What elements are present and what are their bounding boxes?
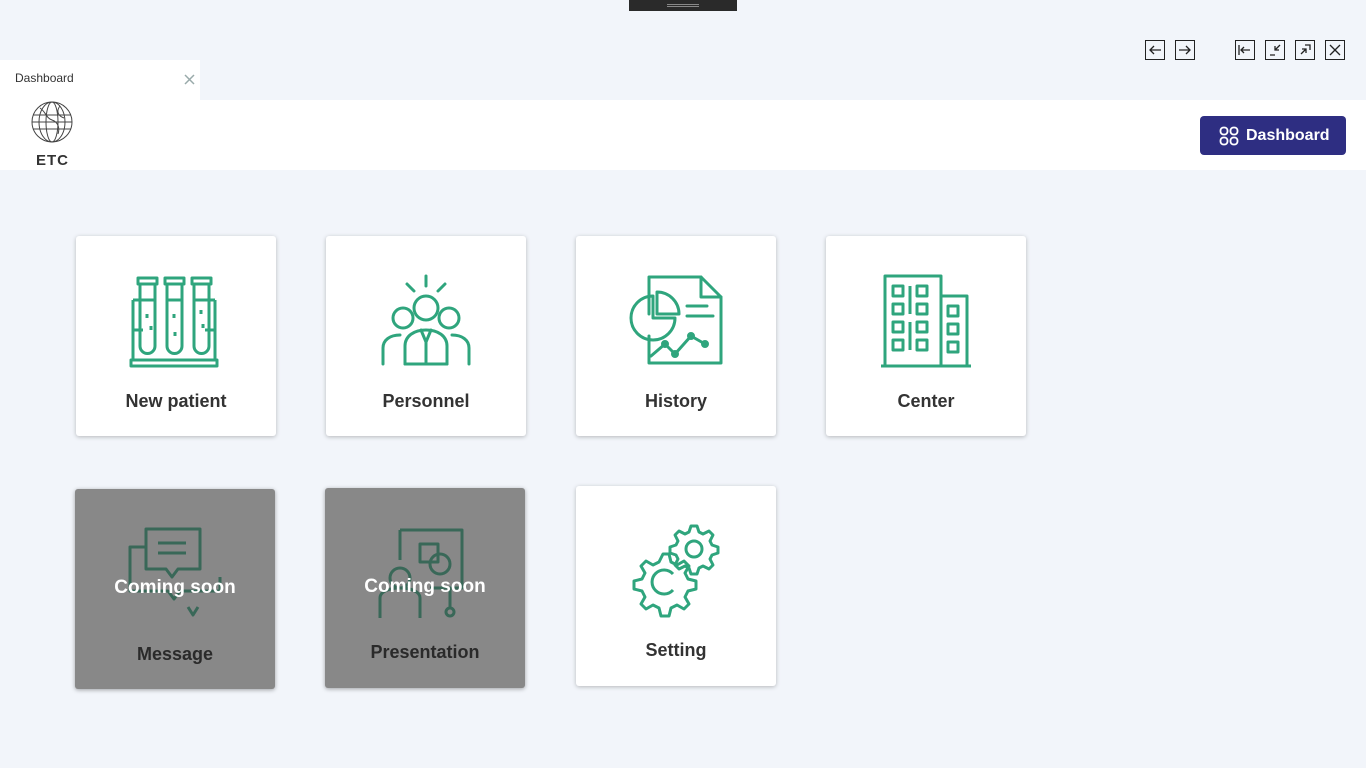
minimize-button[interactable] xyxy=(1265,40,1285,60)
card-personnel[interactable]: Personnel xyxy=(326,236,526,436)
building-icon xyxy=(881,274,971,368)
close-icon xyxy=(1329,44,1341,56)
card-label: Personnel xyxy=(382,391,470,411)
logout-icon xyxy=(1238,45,1250,55)
arrow-left-icon xyxy=(1149,45,1161,55)
presentation-icon xyxy=(378,528,464,618)
app-header: ETC Dashboard xyxy=(0,100,1366,170)
card-label: History xyxy=(644,391,707,411)
logo-text: ETC xyxy=(36,152,69,169)
grid-icon xyxy=(1219,126,1239,145)
card-history[interactable]: History xyxy=(576,236,776,436)
close-tab-icon[interactable] xyxy=(183,73,196,86)
gears-icon xyxy=(632,524,720,618)
card-presentation[interactable]: Coming soon Presentation xyxy=(325,488,525,688)
logout-button[interactable] xyxy=(1235,40,1255,60)
maximize-button[interactable] xyxy=(1295,40,1315,60)
tab-label: Dashboard xyxy=(15,71,74,85)
tab-dashboard[interactable]: Dashboard xyxy=(0,60,200,100)
card-label: Message xyxy=(136,644,214,664)
report-chart-icon xyxy=(629,275,723,365)
window-drag-handle[interactable] xyxy=(629,0,737,11)
globe-logo-icon xyxy=(31,101,73,143)
snap-right-button[interactable] xyxy=(1175,40,1195,60)
team-icon xyxy=(381,274,471,366)
card-center[interactable]: Center xyxy=(826,236,1026,436)
test-tubes-icon xyxy=(129,276,219,368)
snap-left-button[interactable] xyxy=(1145,40,1165,60)
card-setting[interactable]: Setting xyxy=(576,486,776,686)
coming-soon-badge: Coming soon xyxy=(114,577,236,598)
maximize-icon xyxy=(1300,44,1311,55)
card-label: Setting xyxy=(645,640,707,660)
chat-bubbles-icon xyxy=(128,527,222,617)
dashboard-button-label: Dashboard xyxy=(1246,126,1330,144)
card-new-patient[interactable]: New patient xyxy=(76,236,276,436)
close-window-button[interactable] xyxy=(1325,40,1345,60)
coming-soon-badge: Coming soon xyxy=(364,576,486,597)
card-label: Presentation xyxy=(370,642,480,662)
arrow-right-icon xyxy=(1179,45,1191,55)
minimize-icon xyxy=(1270,44,1281,56)
card-label: New patient xyxy=(125,391,227,411)
dashboard-button[interactable]: Dashboard xyxy=(1200,116,1346,155)
card-message[interactable]: Coming soon Message xyxy=(75,489,275,689)
card-label: Center xyxy=(897,391,955,411)
